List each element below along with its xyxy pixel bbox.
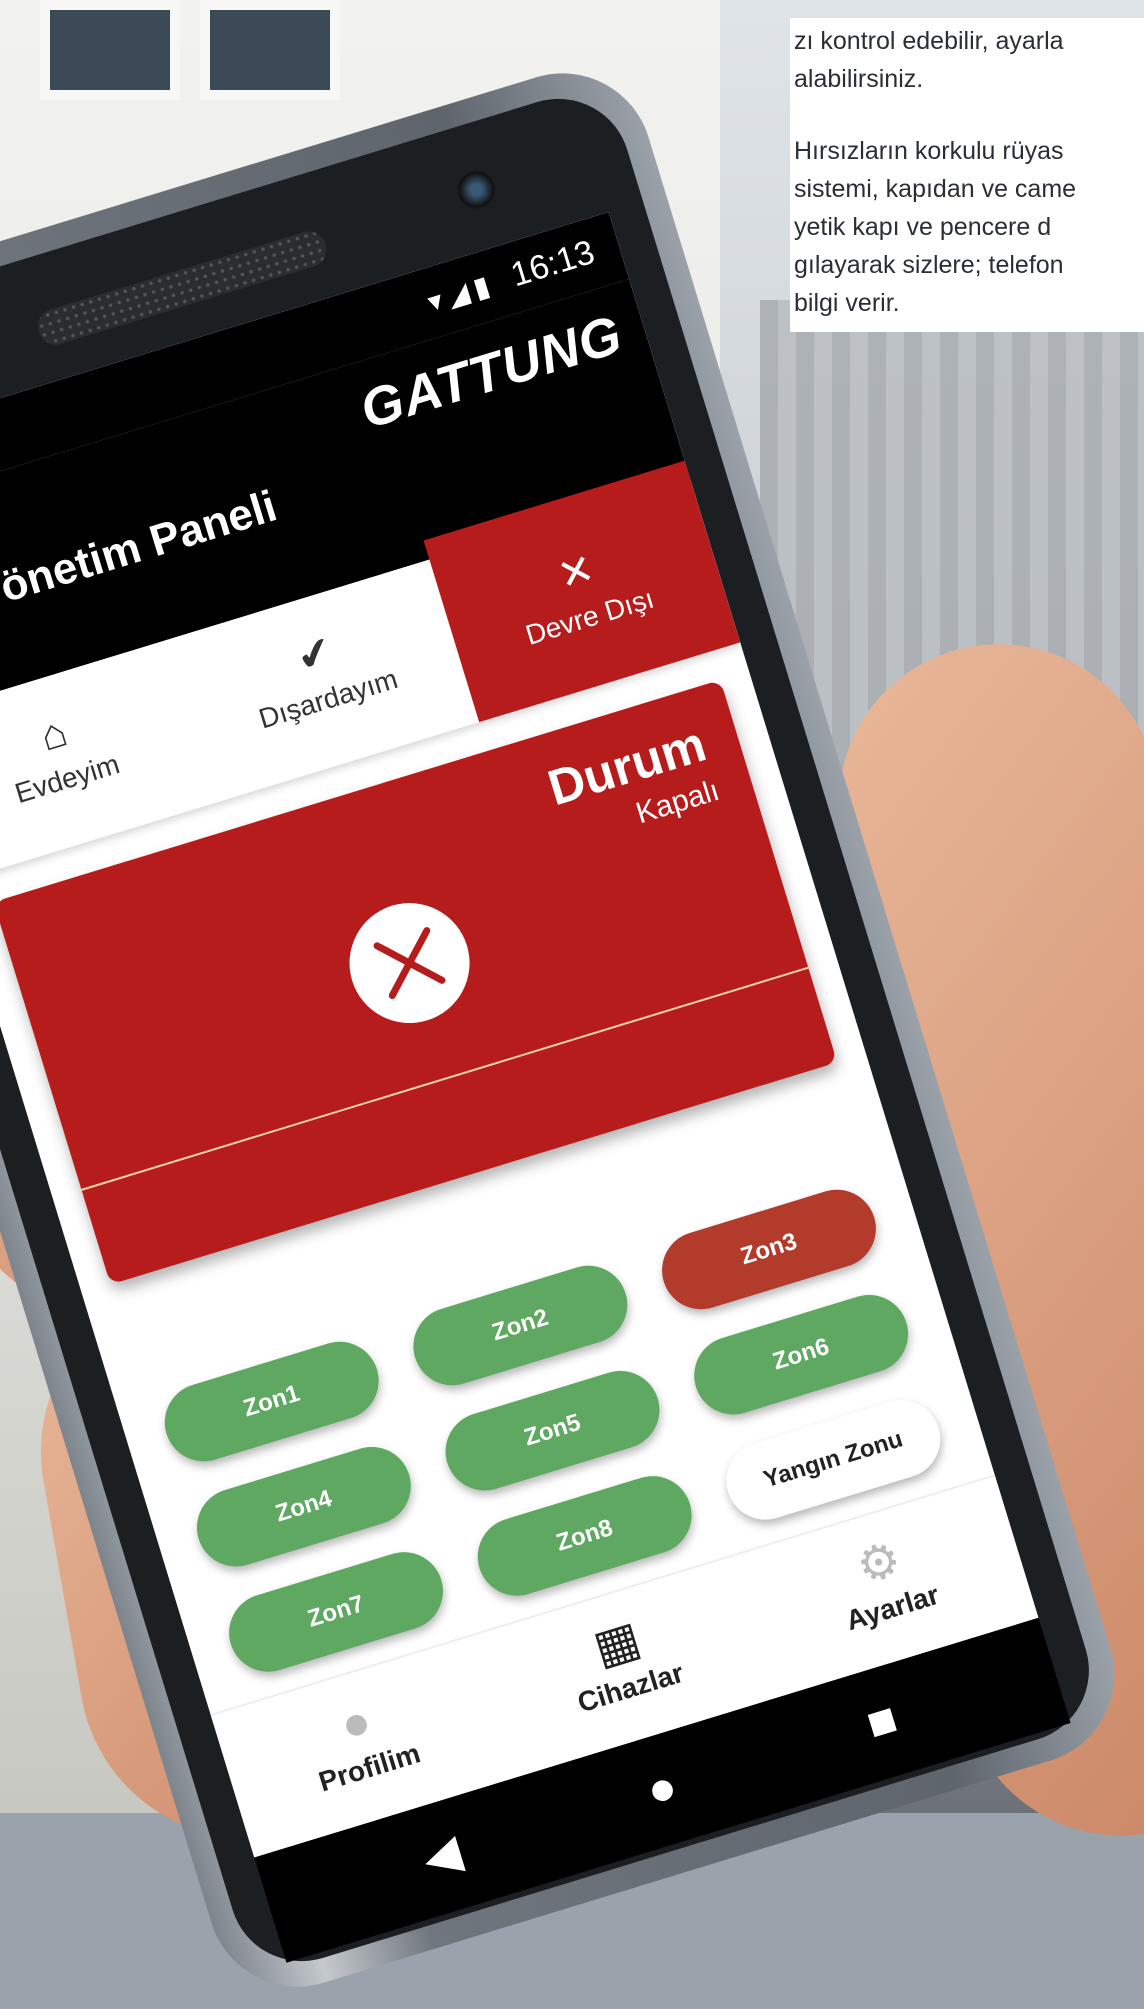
status-time: 16:13 xyxy=(506,233,599,295)
marketing-text: zı kontrol edebilir, ayarla alabilirsini… xyxy=(790,18,1144,332)
marketing-line: Hırsızların korkulu rüyas xyxy=(794,137,1064,165)
house-window xyxy=(40,0,180,100)
home-button-icon[interactable]: ● xyxy=(625,1752,700,1827)
signal-icons: ▾◢▮ xyxy=(423,268,499,319)
marketing-line: bilgi verir. xyxy=(794,289,900,317)
marketing-line: yetik kapı ve pencere d xyxy=(794,213,1052,241)
back-icon[interactable]: ◀ xyxy=(405,1819,480,1894)
marketing-line: alabilirsiniz. xyxy=(794,65,924,93)
marketing-line: sistemi, kapıdan ve came xyxy=(794,175,1077,203)
marketing-line: gılayarak sizlere; telefon xyxy=(794,251,1064,279)
house-window xyxy=(200,0,340,100)
recents-icon[interactable]: ■ xyxy=(845,1685,920,1760)
close-circle-icon xyxy=(334,888,485,1038)
page-title: Yönetim Paneli xyxy=(0,481,283,621)
marketing-line: zı kontrol edebilir, ayarla xyxy=(794,27,1064,55)
